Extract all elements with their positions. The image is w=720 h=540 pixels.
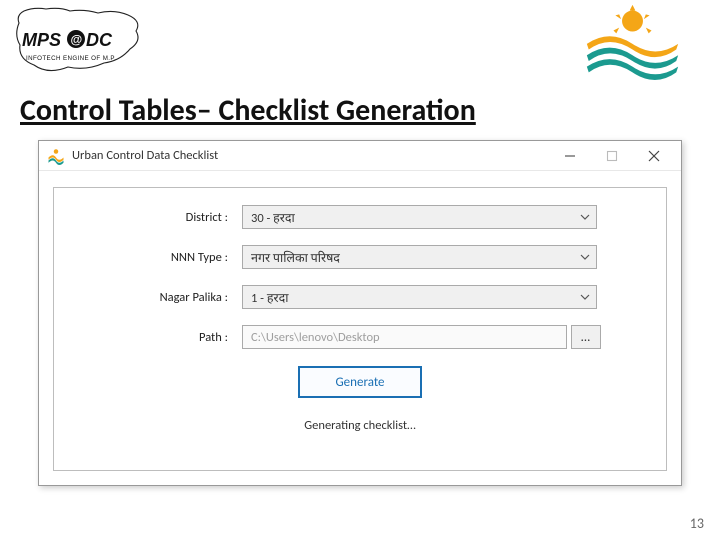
- generate-row: Generate: [54, 366, 666, 398]
- row-nagar-palika: Nagar Palika : 1 - हरदा: [54, 282, 666, 312]
- label-path: Path :: [54, 330, 242, 345]
- form-panel: District : 30 - हरदा NNN Type : नगर पालि…: [53, 187, 667, 471]
- path-value: C:\Users\lenovo\Desktop: [251, 330, 380, 345]
- combo-nnn-type-value: नगर पालिका परिषद: [251, 249, 340, 266]
- label-district: District :: [54, 210, 242, 225]
- svg-text:@: @: [71, 33, 83, 47]
- close-button[interactable]: [633, 141, 675, 171]
- label-nnn-type: NNN Type :: [54, 250, 242, 265]
- generate-button[interactable]: Generate: [298, 366, 422, 398]
- combo-nagar-palika-value: 1 - हरदा: [251, 289, 288, 306]
- book-sun-logo: [575, 2, 690, 80]
- window-title: Urban Control Data Checklist: [72, 148, 549, 163]
- combo-nnn-type[interactable]: नगर पालिका परिषद: [242, 245, 597, 269]
- browse-button[interactable]: …: [571, 325, 601, 349]
- svg-text:INFOTECH ENGINE OF M.P.: INFOTECH ENGINE OF M.P.: [26, 55, 116, 62]
- minimize-button[interactable]: [549, 141, 591, 171]
- label-nagar-palika: Nagar Palika :: [54, 290, 242, 305]
- chevron-down-icon: [580, 213, 590, 221]
- slide-title: Control Tables– Checklist Generation: [20, 92, 476, 129]
- chevron-down-icon: [580, 253, 590, 261]
- page-number: 13: [690, 515, 704, 532]
- status-text: Generating checklist…: [54, 418, 666, 433]
- maximize-button[interactable]: [591, 141, 633, 171]
- dialog-window: Urban Control Data Checklist District : …: [38, 140, 682, 486]
- app-icon: [47, 147, 65, 165]
- combo-district[interactable]: 30 - हरदा: [242, 205, 597, 229]
- row-nnn-type: NNN Type : नगर पालिका परिषद: [54, 242, 666, 272]
- mpsedc-logo: MPS @ DC INFOTECH ENGINE OF M.P.: [14, 5, 144, 77]
- chevron-down-icon: [580, 293, 590, 301]
- path-input[interactable]: C:\Users\lenovo\Desktop: [242, 325, 567, 349]
- combo-nagar-palika[interactable]: 1 - हरदा: [242, 285, 597, 309]
- svg-text:DC: DC: [86, 30, 113, 50]
- svg-text:MPS: MPS: [22, 30, 61, 50]
- titlebar: Urban Control Data Checklist: [39, 141, 681, 171]
- row-district: District : 30 - हरदा: [54, 202, 666, 232]
- row-path: Path : C:\Users\lenovo\Desktop …: [54, 322, 666, 352]
- combo-district-value: 30 - हरदा: [251, 209, 295, 226]
- slide-header: MPS @ DC INFOTECH ENGINE OF M.P.: [0, 0, 720, 80]
